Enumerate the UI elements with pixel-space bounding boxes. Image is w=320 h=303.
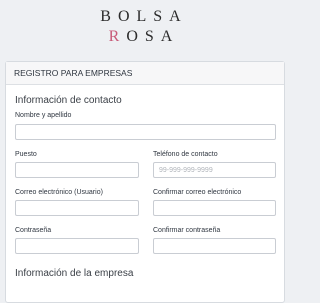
email-confirm-input[interactable] xyxy=(153,200,276,216)
position-input[interactable] xyxy=(15,162,139,178)
form-header: REGISTRO PARA EMPRESAS xyxy=(6,62,284,85)
company-section-title: Información de la empresa xyxy=(15,268,134,279)
email-confirm-label: Confirmar correo electrónico xyxy=(153,189,242,196)
position-label: Puesto xyxy=(15,151,37,158)
phone-label: Teléfono de contacto xyxy=(153,151,218,158)
phone-input[interactable] xyxy=(153,162,276,178)
password-label: Contraseña xyxy=(15,227,52,234)
registration-form-card: REGISTRO PARA EMPRESAS Información de co… xyxy=(5,61,285,303)
password-input[interactable] xyxy=(15,238,139,254)
logo-line-2-rest: OSA xyxy=(126,28,180,45)
password-confirm-input[interactable] xyxy=(153,238,276,254)
logo-line-1: BOLSA xyxy=(100,8,188,25)
email-input[interactable] xyxy=(15,200,139,216)
full-name-input[interactable] xyxy=(15,124,276,140)
logo-accent-letter: R xyxy=(108,28,127,45)
contact-section-title: Información de contacto xyxy=(15,95,122,106)
password-confirm-label: Confirmar contraseña xyxy=(153,227,221,234)
form-header-title: REGISTRO PARA EMPRESAS xyxy=(14,68,133,78)
full-name-label: Nombre y apellido xyxy=(15,112,72,119)
logo-line-2: ROSA xyxy=(0,28,288,46)
email-label: Correo electrónico (Usuario) xyxy=(15,189,103,196)
brand-logo: BOLSA ROSA xyxy=(0,0,288,52)
